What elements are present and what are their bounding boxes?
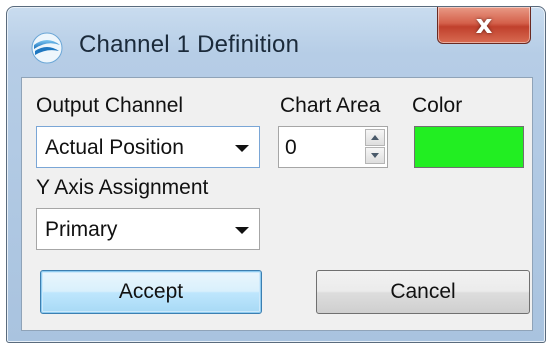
spinner-buttons [365,129,385,165]
chart-area-spinner[interactable]: 0 [278,126,388,168]
dialog-body: Output Channel Chart Area Color Actual P… [21,77,533,331]
output-channel-select[interactable]: Actual Position [36,126,260,168]
accept-button[interactable]: Accept [40,270,262,314]
y-axis-select[interactable]: Primary [36,208,260,250]
spin-up-icon[interactable] [365,129,385,146]
chevron-down-icon[interactable] [235,227,249,234]
dialog-window: Channel 1 Definition x Output Channel Ch… [6,6,546,343]
close-icon: x [475,10,493,40]
close-button[interactable]: x [437,7,531,44]
chart-area-value: 0 [285,136,297,159]
output-channel-value: Actual Position [45,136,184,159]
app-logo-icon [29,31,65,65]
title-bar[interactable]: Channel 1 Definition x [7,7,545,77]
chevron-down-icon[interactable] [235,145,249,152]
y-axis-value: Primary [45,218,118,241]
color-label: Color [412,94,463,117]
window-title: Channel 1 Definition [79,31,300,58]
output-channel-label: Output Channel [36,94,184,117]
color-swatch[interactable] [414,126,524,168]
y-axis-label: Y Axis Assignment [36,176,209,199]
cancel-button[interactable]: Cancel [316,270,530,314]
chart-area-label: Chart Area [280,94,381,117]
spin-down-icon[interactable] [365,147,385,164]
